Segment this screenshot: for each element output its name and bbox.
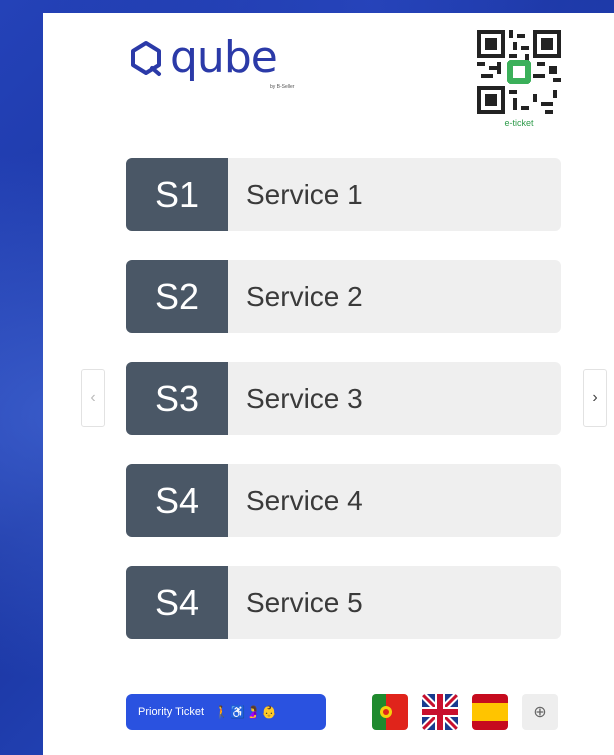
service-button-2[interactable]: S2 Service 2 [126, 260, 561, 333]
eticket-qr-code[interactable] [477, 30, 561, 114]
eticket-label: e-ticket [504, 118, 534, 128]
uk-flag-icon [422, 694, 458, 730]
language-english-button[interactable] [422, 694, 458, 730]
wheelchair-icon: ♿ [229, 705, 246, 719]
elderly-icon: 🚶 [214, 705, 230, 719]
accessibility-icons: 🚶♿🤰👶 [214, 705, 278, 719]
service-list: S1 Service 1 S2 Service 2 S3 Service 3 S… [126, 158, 561, 668]
brand-logo: qube [126, 32, 278, 83]
child-icon: 👶 [261, 705, 278, 719]
service-name: Service 4 [246, 484, 363, 516]
priority-ticket-label: Priority Ticket [138, 706, 205, 718]
service-name: Service 3 [246, 382, 363, 414]
portugal-flag-icon [372, 694, 408, 730]
service-button-1[interactable]: S1 Service 1 [126, 158, 561, 231]
language-selector: ⊕ [372, 694, 558, 730]
service-name: Service 2 [246, 280, 363, 312]
service-button-3[interactable]: S3 Service 3 [126, 362, 561, 435]
chevron-right-icon: › [592, 389, 598, 406]
qube-logo-icon [131, 41, 161, 76]
language-spanish-button[interactable] [472, 694, 508, 730]
prev-page-button[interactable]: ‹ [81, 369, 105, 427]
service-code: S2 [126, 260, 228, 333]
service-code: S4 [126, 464, 228, 537]
service-name: Service 1 [246, 178, 363, 210]
language-portuguese-button[interactable] [372, 694, 408, 730]
service-code: S3 [126, 362, 228, 435]
service-code: S1 [126, 158, 228, 231]
brand-name: qube [170, 32, 278, 83]
brand-subtitle: by B-Seller [270, 84, 295, 90]
priority-ticket-button[interactable]: Priority Ticket 🚶♿🤰👶 [126, 694, 326, 730]
service-code: S4 [126, 566, 228, 639]
service-name: Service 5 [246, 586, 363, 618]
pregnant-icon: 🤰 [245, 705, 262, 719]
spain-flag-icon [472, 694, 508, 730]
service-button-5[interactable]: S4 Service 5 [126, 566, 561, 639]
next-page-button[interactable]: › [583, 369, 607, 427]
chevron-left-icon: ‹ [90, 389, 96, 406]
qr-code-icon [477, 30, 561, 114]
service-button-4[interactable]: S4 Service 4 [126, 464, 561, 537]
globe-icon: ⊕ [533, 704, 547, 721]
language-other-button[interactable]: ⊕ [522, 694, 558, 730]
